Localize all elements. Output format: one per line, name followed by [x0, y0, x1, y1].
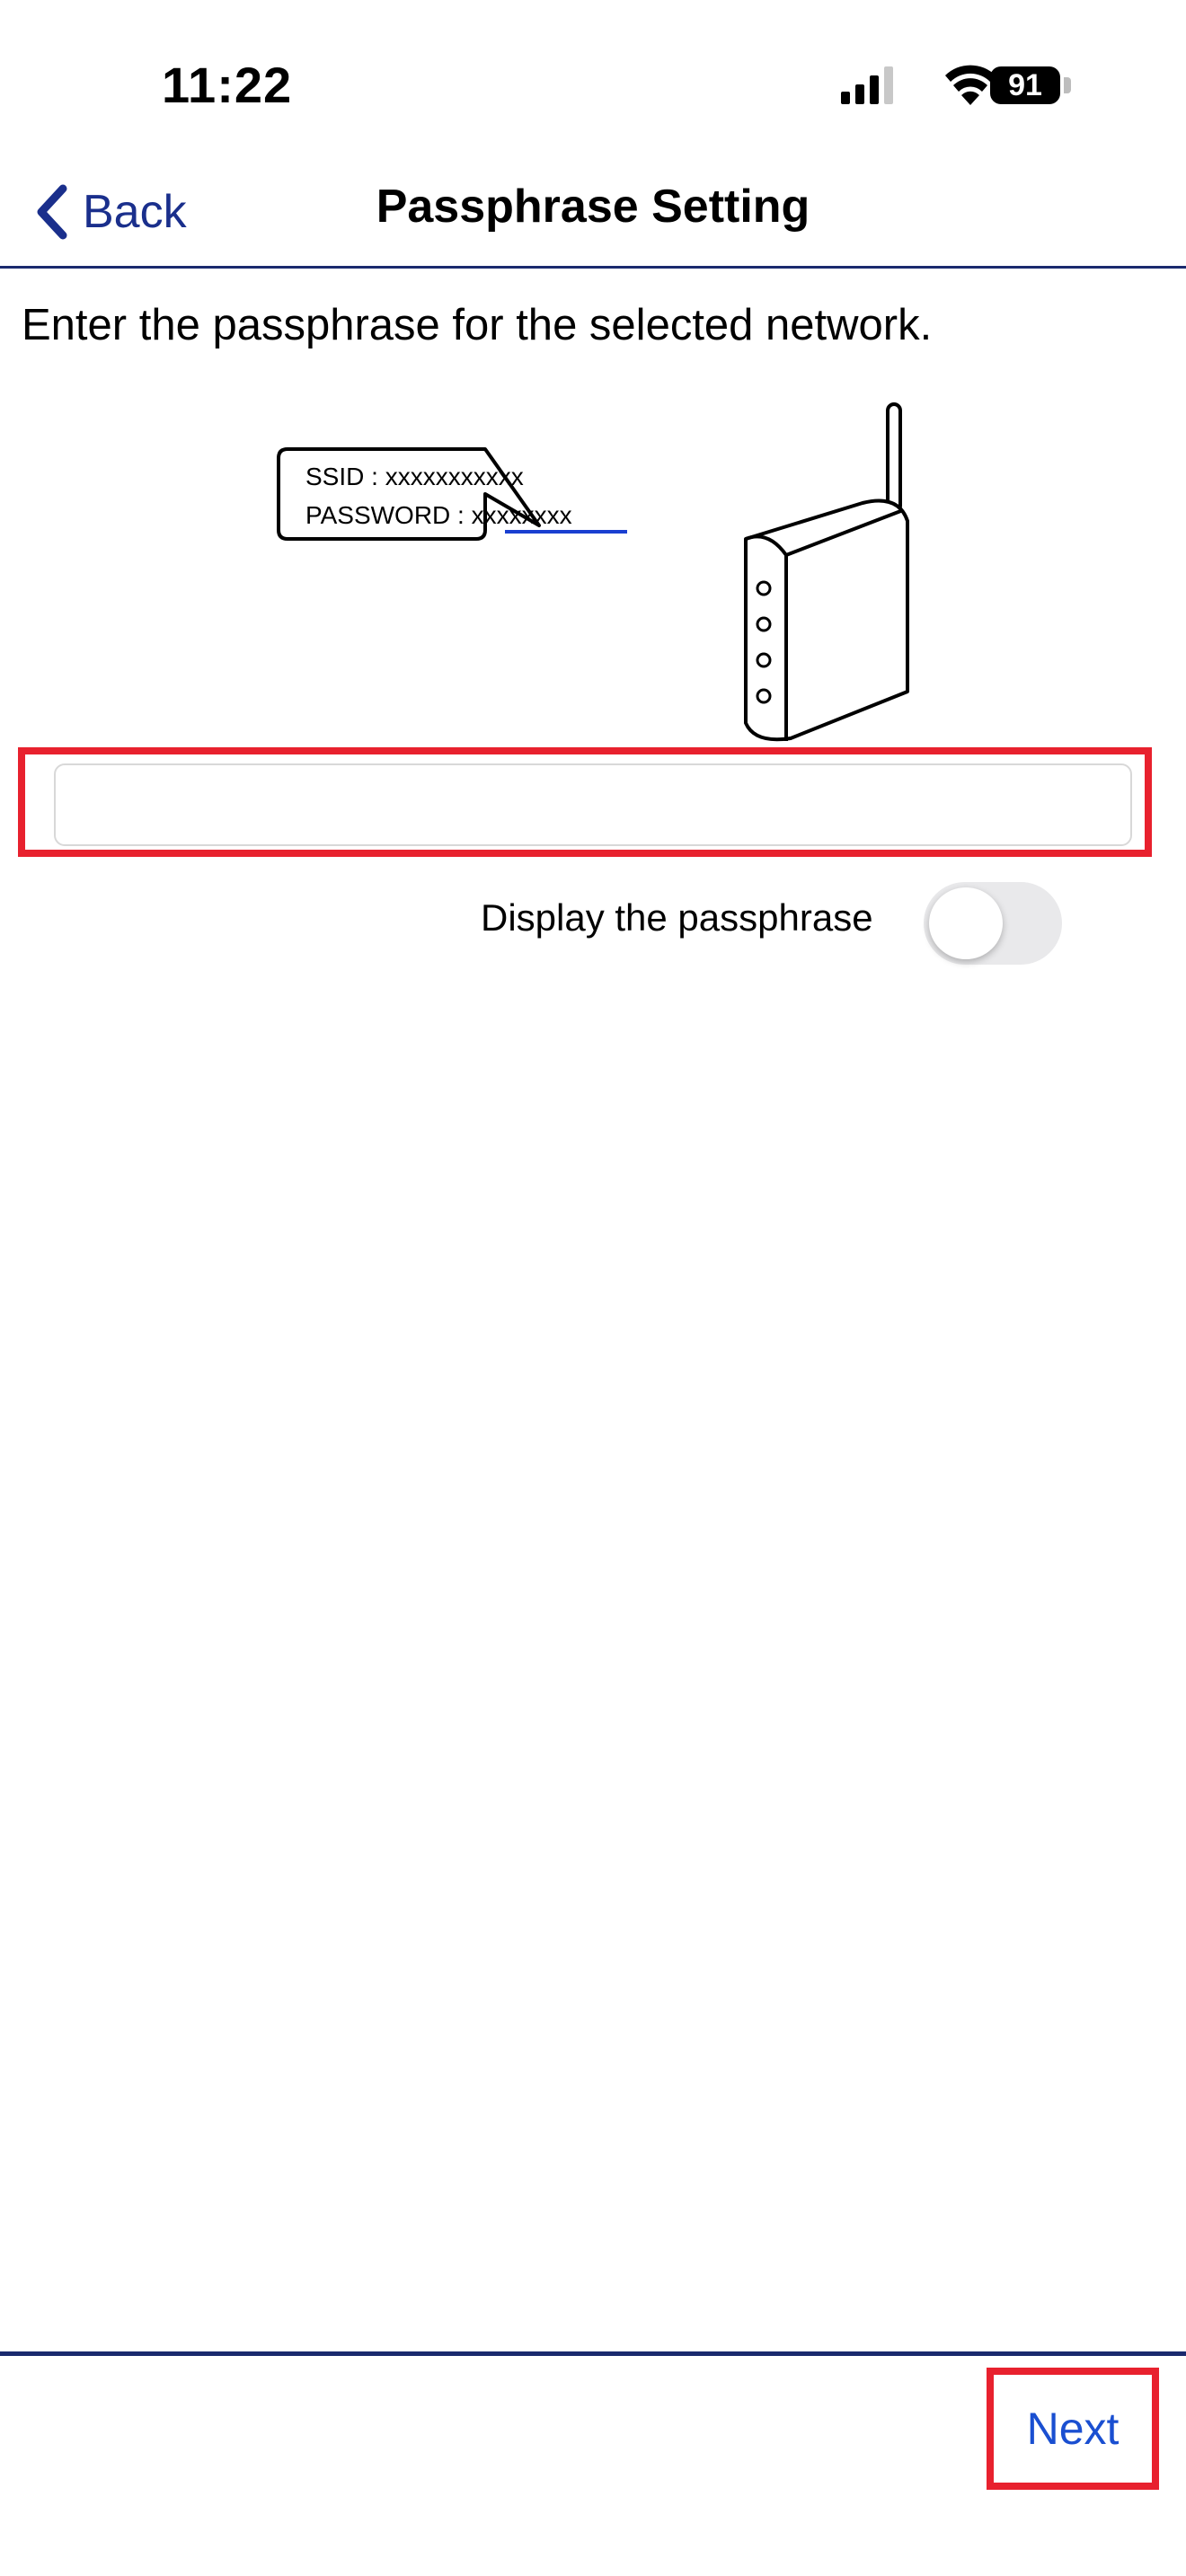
nav-divider [0, 266, 1186, 269]
next-label: Next [1026, 2404, 1120, 2454]
router-illustration: SSID : xxxxxxxxxxx PASSWORD : xxxxxxxx [277, 402, 909, 742]
toggle-knob [929, 887, 1003, 959]
footer-divider [0, 2351, 1186, 2356]
battery-cap [1064, 77, 1071, 93]
password-label: PASSWORD : [305, 501, 472, 529]
battery-icon: 91 [990, 66, 1060, 104]
password-value: xxxxxxxx [472, 501, 572, 529]
back-label: Back [83, 186, 187, 238]
page-title: Passphrase Setting [376, 181, 810, 233]
ssid-text: SSID : xxxxxxxxxxx [305, 463, 524, 490]
cellular-signal-icon [841, 66, 893, 104]
status-time: 11:22 [162, 57, 293, 113]
instruction-text: Enter the passphrase for the selected ne… [22, 301, 933, 349]
display-passphrase-label: Display the passphrase [481, 896, 873, 939]
back-button[interactable]: Back [32, 176, 187, 248]
wifi-icon [945, 65, 996, 105]
router-icon [744, 402, 909, 742]
chevron-left-icon [37, 184, 67, 240]
svg-text:PASSWORD : xxxxxxxx: PASSWORD : xxxxxxxx [305, 501, 572, 529]
passphrase-input[interactable] [54, 763, 1132, 846]
next-button[interactable]: Next [987, 2368, 1159, 2490]
